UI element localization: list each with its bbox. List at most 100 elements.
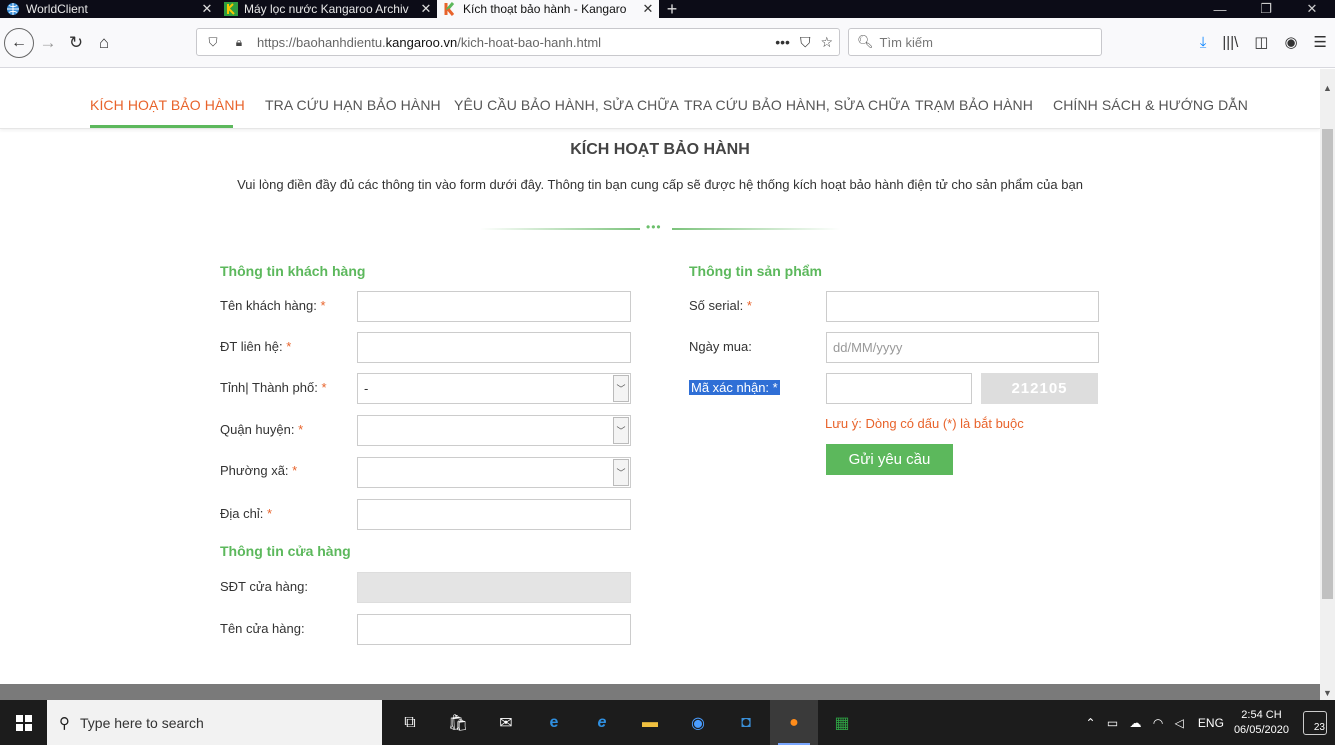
address-input[interactable] — [357, 499, 631, 530]
minimize-icon[interactable]: — — [1197, 0, 1243, 18]
purchase-date-label: Ngày mua: — [689, 339, 752, 354]
scrollbar-thumb[interactable] — [1322, 129, 1333, 599]
tab-close-icon[interactable]: ✕ — [415, 1, 437, 17]
nav-tra-cuu-bao-hanh-sua-chua[interactable]: TRA CỨU BẢO HÀNH, SỬA CHỮA — [684, 97, 910, 113]
shield-icon[interactable]: ⛉ — [203, 35, 223, 50]
district-select[interactable]: ﹀ — [357, 415, 631, 446]
customer-phone-input[interactable] — [357, 332, 631, 363]
ward-select[interactable]: ﹀ — [357, 457, 631, 488]
page-title: KÍCH HOẠT BẢO HÀNH — [570, 141, 750, 158]
tab-title: Kích thoạt bảo hành - Kangaro — [463, 2, 627, 16]
nav-tram-bao-hanh[interactable]: TRẠM BẢO HÀNH — [915, 97, 1033, 113]
file-explorer-icon[interactable]: ▬ — [626, 700, 674, 745]
scroll-down-icon[interactable]: ▼ — [1320, 688, 1335, 698]
city-select[interactable]: - ﹀ — [357, 373, 631, 404]
store-icon[interactable]: 🛍︎ — [434, 700, 482, 745]
mail-icon[interactable]: ✉ — [482, 700, 530, 745]
forward-button[interactable]: → — [34, 29, 62, 57]
chevron-down-icon[interactable]: ﹀ — [613, 375, 629, 402]
search-icon: ⚲ — [59, 714, 70, 732]
edge-icon[interactable]: e — [530, 700, 578, 745]
bookmark-star-icon[interactable]: ☆ — [820, 34, 833, 51]
required-note: Lưu ý: Dòng có dấu (*) là bắt buộc — [825, 416, 1024, 431]
tab-close-icon[interactable]: ✕ — [637, 1, 659, 17]
customer-name-input[interactable] — [357, 291, 631, 322]
outlook-icon[interactable]: ◘ — [722, 700, 770, 745]
download-icon[interactable]: ⤓ — [1200, 34, 1207, 51]
library-icon[interactable]: |||\ — [1222, 34, 1238, 51]
reload-button[interactable]: ↻ — [62, 29, 90, 57]
sidebar-icon[interactable]: ◫ — [1254, 33, 1268, 51]
window-controls: — ❐ ✕ — [1197, 0, 1335, 18]
nav-yeu-cau-bao-hanh[interactable]: YÊU CẦU BẢO HÀNH, SỬA CHỮA — [454, 97, 679, 113]
tab-title: Máy lọc nước Kangaroo Archiv — [244, 2, 409, 16]
tray-icons[interactable]: ⌃ ▭ ☁ ◠ ◁ — [1085, 716, 1187, 730]
home-button[interactable]: ⌂ — [90, 29, 118, 57]
excel-icon[interactable]: ▦ — [818, 700, 866, 745]
customer-phone-label: ĐT liên hệ: * — [220, 339, 292, 354]
footer-band — [0, 684, 1320, 700]
back-button[interactable]: ← — [4, 27, 34, 58]
internet-explorer-icon[interactable]: e — [578, 700, 626, 745]
windows-start-button[interactable] — [0, 700, 47, 745]
section-divider: ••• — [480, 220, 840, 234]
customer-info-heading: Thông tin khách hàng — [220, 263, 366, 279]
nav-kich-hoat-bao-hanh[interactable]: KÍCH HOẠT BẢO HÀNH — [90, 97, 245, 113]
pocket-icon[interactable]: ⛉ — [800, 34, 811, 51]
windows-taskbar: ⚲ Type here to search ⧉ 🛍︎ ✉ e e ▬ ◉ ◘ ●… — [0, 700, 1335, 745]
tab-close-icon[interactable]: ✕ — [196, 1, 218, 17]
account-icon[interactable]: ◉ — [1284, 33, 1297, 51]
restore-icon[interactable]: ❐ — [1243, 0, 1289, 18]
tab-kich-hoat-bao-hanh[interactable]: Kích thoạt bảo hành - Kangaro ✕ — [437, 0, 659, 18]
nav-tra-cuu-han-bao-hanh[interactable]: TRA CỨU HẠN BẢO HÀNH — [265, 97, 441, 113]
taskbar-search[interactable]: ⚲ Type here to search — [47, 700, 382, 745]
purchase-date-input[interactable]: dd/MM/yyyy — [826, 332, 1099, 363]
close-window-icon[interactable]: ✕ — [1289, 0, 1335, 18]
system-tray: ⌃ ▭ ☁ ◠ ◁ ENG 2:54 CH 06/05/2020 23 — [1085, 700, 1335, 745]
notification-icon[interactable]: 23 — [1303, 710, 1327, 735]
serial-label: Số serial: * — [689, 298, 752, 313]
captcha-input[interactable] — [826, 373, 972, 404]
address-bar[interactable]: ⛉ 🔒︎ https://baohanhdientu.kangaroo.vn/k… — [196, 28, 840, 56]
page-actions-icon[interactable]: ••• — [775, 34, 790, 50]
firefox-icon[interactable]: ● — [770, 700, 818, 745]
store-info-heading: Thông tin cửa hàng — [220, 543, 351, 559]
browser-navigation-bar: ← → ↻ ⌂ ⛉ 🔒︎ https://baohanhdientu.kanga… — [0, 18, 1335, 68]
page-content: KÍCH HOẠT BẢO HÀNH TRA CỨU HẠN BẢO HÀNH … — [0, 69, 1320, 700]
tab-title: WorldClient — [26, 2, 88, 16]
nav-chinh-sach-huong-dan[interactable]: CHÍNH SÁCH & HƯỚNG DẪN — [1053, 97, 1248, 113]
chevron-down-icon[interactable]: ﹀ — [613, 459, 629, 486]
search-placeholder: Tìm kiếm — [879, 34, 933, 50]
lock-icon[interactable]: 🔒︎ — [229, 35, 249, 50]
url-text[interactable]: https://baohanhdientu.kangaroo.vn/kich-h… — [257, 35, 601, 50]
kangaroo-k-icon — [443, 2, 457, 16]
zalo-icon[interactable]: ◉ — [674, 700, 722, 745]
city-label: Tỉnh| Thành phố: * — [220, 380, 327, 395]
browser-toolbar: ⤓ |||\ ◫ ◉ ☰ — [1200, 28, 1327, 56]
search-icon: 🔍︎ — [857, 34, 874, 49]
page-scrollbar[interactable]: ▲ ▼ — [1320, 69, 1335, 700]
taskbar-search-placeholder: Type here to search — [80, 714, 204, 731]
serial-input[interactable] — [826, 291, 1099, 322]
site-navigation: KÍCH HOẠT BẢO HÀNH TRA CỨU HẠN BẢO HÀNH … — [0, 79, 1320, 129]
submit-button[interactable]: Gửi yêu cầu — [826, 444, 953, 475]
store-name-label: Tên cửa hàng: — [220, 621, 305, 636]
tab-may-loc-nuoc[interactable]: Máy lọc nước Kangaroo Archiv ✕ — [218, 0, 437, 18]
scroll-up-icon[interactable]: ▲ — [1320, 83, 1335, 93]
customer-name-label: Tên khách hàng: * — [220, 298, 326, 313]
active-nav-underline — [90, 125, 233, 128]
chevron-down-icon[interactable]: ﹀ — [613, 417, 629, 444]
task-view-icon[interactable]: ⧉ — [386, 700, 434, 745]
store-name-input[interactable] — [357, 614, 631, 645]
menu-icon[interactable]: ☰ — [1314, 33, 1327, 51]
language-indicator[interactable]: ENG — [1198, 716, 1224, 730]
date-placeholder: dd/MM/yyyy — [833, 340, 903, 355]
address-label: Địa chỉ: * — [220, 506, 273, 521]
search-bar[interactable]: 🔍︎ Tìm kiếm — [848, 28, 1102, 56]
store-phone-label: SĐT cửa hàng: — [220, 579, 308, 594]
city-select-value: - — [364, 381, 369, 396]
tab-worldclient[interactable]: WorldClient ✕ — [0, 0, 218, 18]
product-info-heading: Thông tin sản phẩm — [689, 263, 822, 279]
new-tab-button[interactable]: + — [659, 0, 685, 19]
clock[interactable]: 2:54 CH 06/05/2020 — [1234, 708, 1289, 738]
